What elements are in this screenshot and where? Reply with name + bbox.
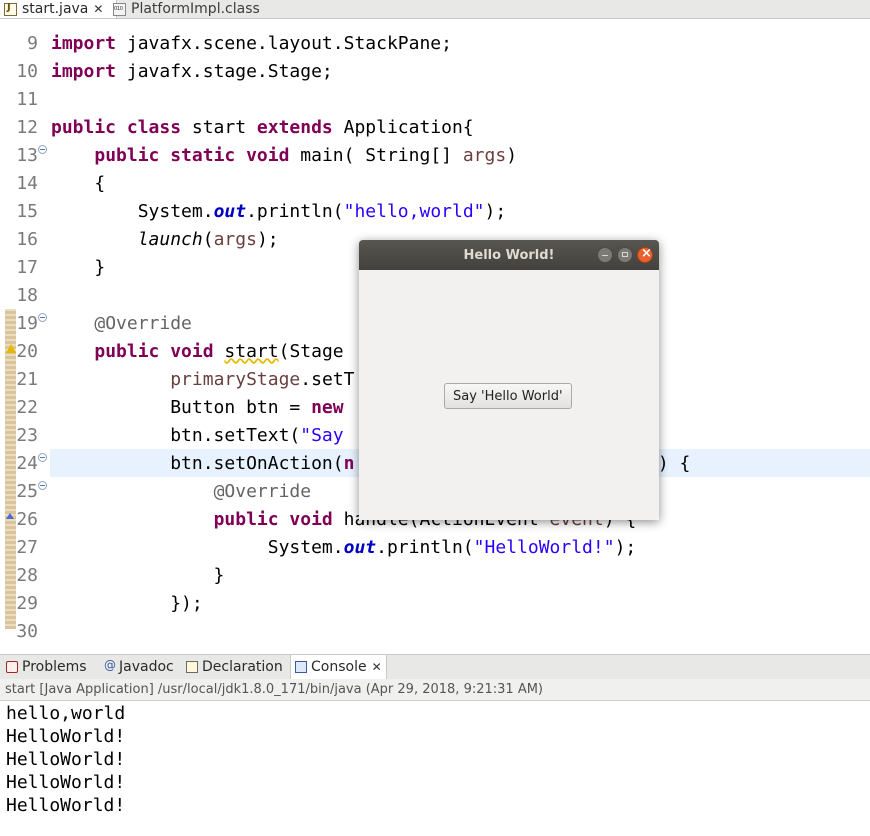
line-number: 11: [16, 88, 38, 110]
code-text: @Override: [94, 312, 192, 334]
code-text: {: [51, 172, 106, 194]
tab-platformimpl-class[interactable]: PlatformImpl.class: [109, 0, 287, 18]
console-line: HelloWorld!: [6, 749, 126, 770]
line-number: 14: [16, 172, 38, 194]
tab-javadoc[interactable]: Javadoc: [103, 655, 174, 679]
line-number: 12: [16, 116, 38, 138]
javadoc-icon: [103, 658, 116, 673]
code-text: }: [51, 564, 225, 586]
code-line: 9 import javafx.scene.layout.StackPane;: [0, 29, 870, 57]
fold-toggle-icon[interactable]: [38, 481, 47, 490]
editor-tab-bar: start.java ✕ PlatformImpl.class: [0, 0, 870, 19]
code-text: });: [51, 592, 203, 614]
console-line: HelloWorld!: [6, 795, 126, 816]
line-number: 15: [16, 200, 38, 222]
code-text: System.out.println("HelloWorld!");: [51, 536, 637, 558]
line-number: 21: [16, 368, 38, 390]
code-line: 28 }: [0, 561, 870, 589]
tab-problems[interactable]: Problems: [6, 655, 87, 679]
code-text: @Override: [213, 480, 312, 502]
window-title: Hello World!: [463, 247, 555, 263]
code-line: 11: [0, 85, 870, 113]
tab-label: Console: [311, 659, 367, 675]
code-text: launch(args);: [137, 228, 279, 250]
code-text: btn.setText("Say: [51, 424, 344, 446]
close-icon[interactable]: ✕: [93, 2, 103, 16]
java-file-icon: [4, 2, 17, 16]
code-line: 30: [0, 617, 870, 645]
code-text: public class start extends Application{: [51, 116, 474, 138]
line-number: 24: [16, 452, 38, 474]
line-number: 22: [16, 396, 38, 418]
line-number: 29: [16, 592, 38, 614]
code-line: 27 System.out.println("HelloWorld!");: [0, 533, 870, 561]
code-text: import javafx.stage.Stage;: [51, 60, 333, 82]
tab-console[interactable]: Console ✕: [290, 655, 387, 679]
code-line: 13 public static void main( String[] arg…: [0, 141, 870, 169]
maximize-icon[interactable]: [617, 247, 633, 263]
tab-label: PlatformImpl.class: [131, 1, 260, 17]
line-number: 23: [16, 424, 38, 446]
tab-start-java[interactable]: start.java ✕: [0, 0, 117, 18]
line-number: 17: [16, 256, 38, 278]
code-line: 15 System.out.println("hello,world");: [0, 197, 870, 225]
tab-label: Problems: [22, 659, 87, 675]
declaration-icon: [186, 661, 198, 673]
line-number: 13: [16, 144, 38, 166]
line-number: 25: [16, 480, 38, 502]
code-line: 12 public class start extends Applicatio…: [0, 113, 870, 141]
close-icon[interactable]: [637, 246, 653, 263]
console-icon: [295, 661, 307, 673]
bottom-panel-tab-bar: Problems Javadoc Declaration Console ✕: [0, 654, 870, 679]
code-text: import javafx.scene.layout.StackPane;: [51, 32, 452, 54]
line-number: 18: [16, 284, 38, 306]
class-file-icon: [113, 2, 126, 16]
line-number: 10: [16, 60, 38, 82]
line-number: 26: [16, 508, 38, 530]
code-text: System.out.println("hello,world");: [51, 200, 507, 222]
tab-declaration[interactable]: Declaration: [186, 655, 283, 679]
minimize-icon[interactable]: [597, 247, 613, 263]
fold-toggle-icon[interactable]: [38, 453, 47, 462]
code-line: 14 {: [0, 169, 870, 197]
console-status-line: start [Java Application] /usr/local/jdk1…: [0, 679, 870, 701]
line-number: 9: [27, 32, 38, 54]
line-number: 30: [16, 620, 38, 642]
code-text: primaryStage.setT: [170, 368, 355, 390]
console-line: hello,world: [6, 703, 126, 724]
line-number: 19: [16, 312, 38, 334]
code-text: }: [51, 256, 106, 278]
code-text: Button btn = new: [51, 396, 344, 418]
line-number: 16: [16, 228, 38, 250]
console-line: HelloWorld!: [6, 726, 126, 747]
say-hello-world-button[interactable]: Say 'Hello World': [444, 383, 572, 409]
console-output[interactable]: hello,world HelloWorld! HelloWorld! Hell…: [6, 702, 125, 817]
code-text: public static void main( String[] args): [94, 144, 518, 166]
code-text: public void start(Stage: [94, 340, 344, 362]
problems-icon: [6, 661, 18, 673]
tab-label: Javadoc: [119, 659, 174, 675]
code-line: 10 import javafx.stage.Stage;: [0, 57, 870, 85]
line-number: 27: [16, 536, 38, 558]
line-number: 20: [16, 340, 38, 362]
close-icon[interactable]: ✕: [372, 660, 382, 674]
console-line: HelloWorld!: [6, 772, 126, 793]
tab-label: start.java: [22, 1, 89, 17]
fold-toggle-icon[interactable]: [38, 145, 47, 154]
line-number: 28: [16, 564, 38, 586]
tab-label: Declaration: [202, 659, 283, 675]
code-line: 29 });: [0, 589, 870, 617]
hello-world-window[interactable]: Hello World! Say 'Hello World': [359, 240, 659, 520]
fold-toggle-icon[interactable]: [38, 313, 47, 322]
window-titlebar[interactable]: Hello World!: [359, 240, 659, 270]
